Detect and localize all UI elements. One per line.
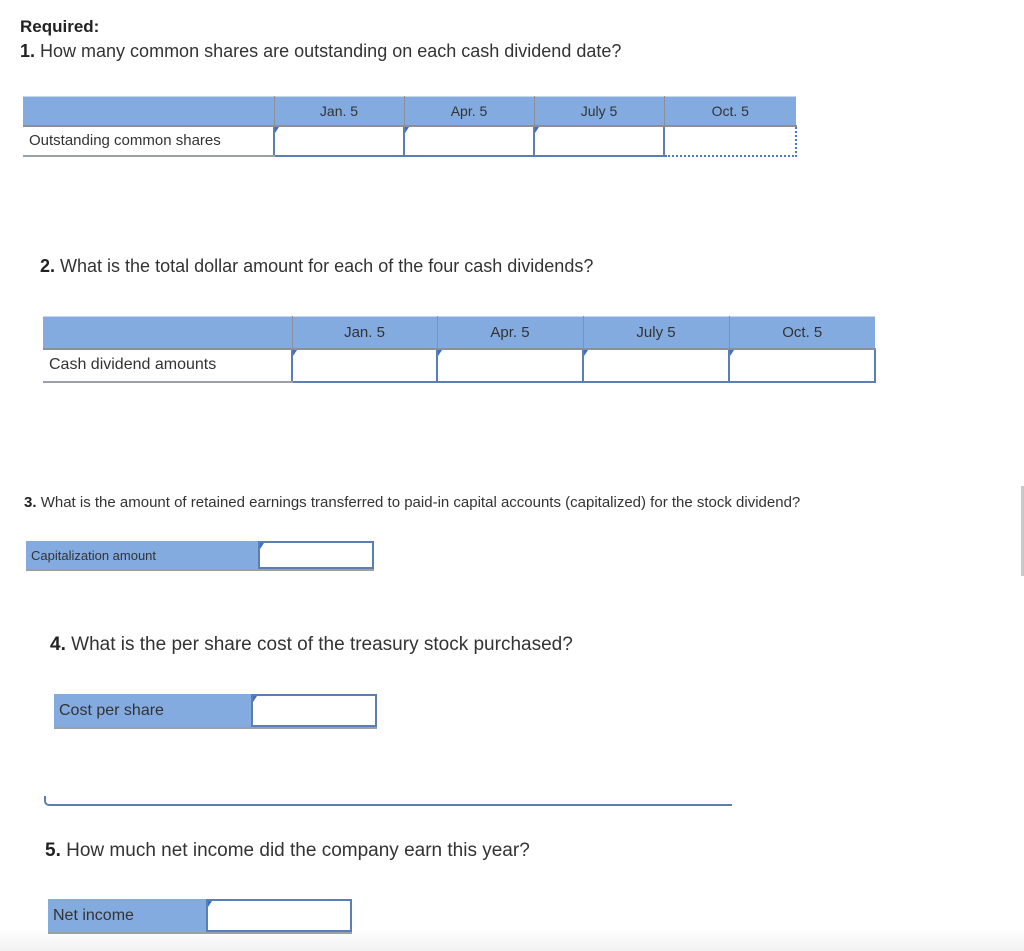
question-1: 1. How many common shares are outstandin… xyxy=(20,41,621,62)
column-header-jan5: Jan. 5 xyxy=(292,316,438,350)
shares-apr5-cell[interactable] xyxy=(403,124,535,157)
input-flag-icon xyxy=(438,349,442,356)
input-flag-icon xyxy=(584,349,588,356)
input-flag-icon xyxy=(730,349,734,356)
question-4: 4. What is the per share cost of the tre… xyxy=(50,634,573,656)
question-1-number: 1. xyxy=(20,41,36,61)
shares-july5-cell[interactable] xyxy=(533,124,665,157)
dividend-july5-input[interactable] xyxy=(584,356,728,373)
net-income-row: Net income xyxy=(48,899,352,934)
outstanding-shares-table: Jan. 5 Apr. 5 July 5 Oct. 5 Outstanding … xyxy=(23,96,797,157)
table-row: Outstanding common shares xyxy=(23,124,797,157)
question-2: 2. What is the total dollar amount for e… xyxy=(40,256,593,277)
question-1-text: How many common shares are outstanding o… xyxy=(40,41,622,61)
dividend-jan5-cell[interactable] xyxy=(291,347,438,383)
row-label-cash-dividend: Cash dividend amounts xyxy=(43,348,292,383)
question-5: 5. How much net income did the company e… xyxy=(45,840,530,862)
column-header-apr5: Apr. 5 xyxy=(404,96,535,127)
question-3-text: What is the amount of retained earnings … xyxy=(40,494,801,511)
shares-apr5-input[interactable] xyxy=(405,132,533,148)
required-heading: Required: xyxy=(20,17,100,36)
capitalization-amount-row: Capitalization amount xyxy=(26,541,374,571)
table-header-blank xyxy=(43,316,293,350)
shares-jan5-input[interactable] xyxy=(275,132,403,148)
column-header-oct5: Oct. 5 xyxy=(729,316,875,350)
column-header-july5: July 5 xyxy=(534,96,665,127)
question-2-number: 2. xyxy=(40,256,56,276)
question-2-text: What is the total dollar amount for each… xyxy=(60,256,594,276)
capitalization-amount-cell[interactable] xyxy=(258,541,374,569)
dividend-apr5-cell[interactable] xyxy=(436,347,584,383)
dividend-oct5-input[interactable] xyxy=(730,356,874,373)
shares-july5-input[interactable] xyxy=(535,132,663,148)
question-4-text: What is the per share cost of the treasu… xyxy=(71,634,573,655)
row-label-outstanding-shares: Outstanding common shares xyxy=(23,125,274,157)
net-income-cell[interactable] xyxy=(206,899,352,932)
table-header-blank xyxy=(23,96,275,127)
column-header-july5: July 5 xyxy=(583,316,730,350)
shares-oct5-cell[interactable] xyxy=(663,124,797,157)
input-flag-icon xyxy=(260,543,264,549)
question-3-number: 3. xyxy=(24,494,37,511)
capitalization-amount-input[interactable] xyxy=(260,543,372,567)
cost-per-share-row: Cost per share xyxy=(54,694,377,729)
column-header-apr5: Apr. 5 xyxy=(437,316,584,350)
input-flag-icon xyxy=(293,349,297,356)
question-5-text: How much net income did the company earn… xyxy=(66,840,530,861)
net-income-label: Net income xyxy=(48,899,206,932)
input-flag-icon xyxy=(405,126,409,133)
table-row: Cash dividend amounts xyxy=(43,347,876,383)
cost-per-share-cell[interactable] xyxy=(251,694,377,727)
cost-per-share-input[interactable] xyxy=(253,696,375,725)
net-income-input[interactable] xyxy=(208,901,350,930)
cost-per-share-label: Cost per share xyxy=(54,694,251,727)
section-divider xyxy=(44,796,732,806)
dividend-jan5-input[interactable] xyxy=(293,356,436,373)
column-header-jan5: Jan. 5 xyxy=(274,96,405,127)
shares-jan5-cell[interactable] xyxy=(273,124,405,157)
input-flag-icon xyxy=(208,901,212,907)
dividend-oct5-cell[interactable] xyxy=(728,347,876,383)
question-3: 3. What is the amount of retained earnin… xyxy=(24,494,800,511)
shares-oct5-input[interactable] xyxy=(665,132,795,148)
capitalization-amount-label: Capitalization amount xyxy=(26,541,258,569)
dividend-july5-cell[interactable] xyxy=(582,347,730,383)
cash-dividend-table: Jan. 5 Apr. 5 July 5 Oct. 5 Cash dividen… xyxy=(43,316,876,383)
question-5-number: 5. xyxy=(45,840,61,861)
dividend-apr5-input[interactable] xyxy=(438,356,582,373)
input-flag-icon xyxy=(253,696,257,702)
column-header-oct5: Oct. 5 xyxy=(664,96,796,127)
input-flag-icon xyxy=(535,126,539,133)
question-4-number: 4. xyxy=(50,634,66,655)
input-flag-icon xyxy=(275,126,279,133)
